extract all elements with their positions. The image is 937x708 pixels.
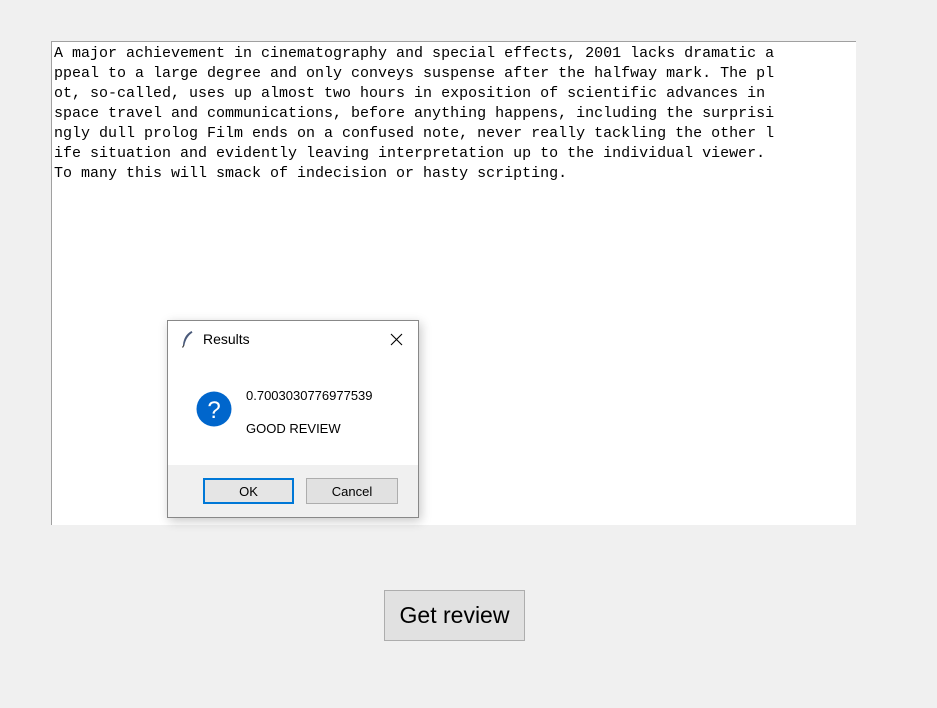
results-dialog: Results ? 0.7003030776977539 GOOD REVIEW… bbox=[167, 320, 419, 518]
review-text-line: ot, so-called, uses up almost two hours … bbox=[54, 85, 775, 102]
get-review-button[interactable]: Get review bbox=[384, 590, 525, 641]
verdict-text: GOOD REVIEW bbox=[246, 421, 341, 436]
close-icon[interactable] bbox=[389, 332, 404, 347]
dialog-title: Results bbox=[203, 331, 250, 347]
review-text-line: ife situation and evidently leaving inte… bbox=[54, 145, 766, 162]
svg-text:?: ? bbox=[207, 397, 220, 424]
cancel-button[interactable]: Cancel bbox=[306, 478, 398, 504]
dialog-title-bar[interactable]: Results bbox=[168, 321, 418, 357]
dialog-footer: OK Cancel bbox=[168, 465, 418, 517]
feather-icon bbox=[181, 331, 193, 348]
score-text: 0.7003030776977539 bbox=[246, 388, 373, 403]
review-text-line: space travel and communications, before … bbox=[54, 105, 775, 122]
ok-button[interactable]: OK bbox=[203, 478, 294, 504]
review-text-line: ngly dull prolog Film ends on a confused… bbox=[54, 125, 775, 142]
review-text-line: To many this will smack of indecision or… bbox=[54, 165, 568, 182]
review-text-line: ppeal to a large degree and only conveys… bbox=[54, 65, 775, 82]
question-icon: ? bbox=[196, 391, 232, 427]
review-text-line: A major achievement in cinematography an… bbox=[54, 45, 775, 62]
